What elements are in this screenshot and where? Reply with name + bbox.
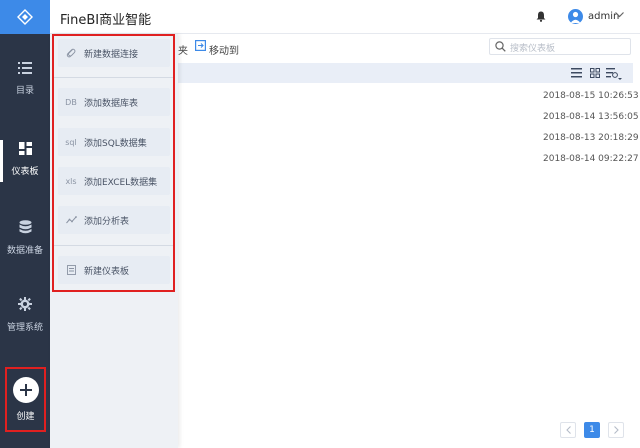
list-icon (18, 62, 32, 74)
row-date: 2018-08-15 10:26:53 (543, 91, 639, 101)
sort-icon[interactable] (606, 68, 622, 80)
database-icon (19, 220, 31, 234)
nav-item-label: 数据准备 (6, 246, 43, 256)
row-date: 2018-08-14 09:22:27 (543, 154, 639, 164)
move-icon[interactable] (195, 40, 206, 51)
chevron-right-icon (613, 426, 619, 434)
move-to-button[interactable]: 移动到 (209, 42, 239, 57)
row-date: 2018-08-14 13:56:05 (543, 112, 639, 122)
list-header (178, 63, 633, 83)
pagination-page[interactable]: 1 (584, 422, 600, 438)
nav-item-management[interactable]: 管理系统 (0, 297, 50, 333)
bell-icon[interactable] (536, 11, 546, 22)
nav-item-data-prep[interactable]: 数据准备 (0, 220, 50, 256)
pagination-next-button[interactable] (608, 422, 624, 438)
search-placeholder: 搜索仪表板 (510, 44, 556, 54)
pagination-prev-button[interactable] (560, 422, 576, 438)
nav-item-dashboard[interactable]: 仪表板 (0, 142, 50, 177)
search-icon (495, 41, 506, 52)
gear-icon (18, 297, 32, 311)
grid-view-icon[interactable] (590, 68, 600, 78)
search-field[interactable]: 搜索仪表板 (489, 38, 631, 55)
nav-item-label: 仪表板 (11, 167, 39, 177)
create-button[interactable]: 创建 (5, 367, 46, 432)
dashboard-icon (18, 142, 32, 155)
avatar[interactable] (568, 9, 583, 24)
top-bar: FineBI商业智能 admin (50, 0, 640, 34)
list-view-icon[interactable] (571, 68, 582, 78)
left-nav: 目录 仪表板 数据准备 管理系统 创建 (0, 0, 50, 448)
chevron-left-icon (565, 426, 571, 434)
create-label: 创建 (16, 412, 35, 422)
create-menu-highlight (52, 34, 175, 292)
chevron-down-icon[interactable] (615, 12, 624, 18)
nav-item-label: 目录 (15, 86, 34, 96)
app-title: FineBI商业智能 (60, 13, 152, 28)
new-folder-label-fragment[interactable]: 夹 (178, 42, 188, 57)
plus-icon (12, 377, 39, 403)
nav-item-catalog[interactable]: 目录 (0, 62, 50, 96)
row-date: 2018-08-13 20:18:29 (543, 133, 639, 143)
nav-item-label: 管理系统 (6, 323, 43, 333)
logo-icon[interactable] (0, 0, 50, 34)
